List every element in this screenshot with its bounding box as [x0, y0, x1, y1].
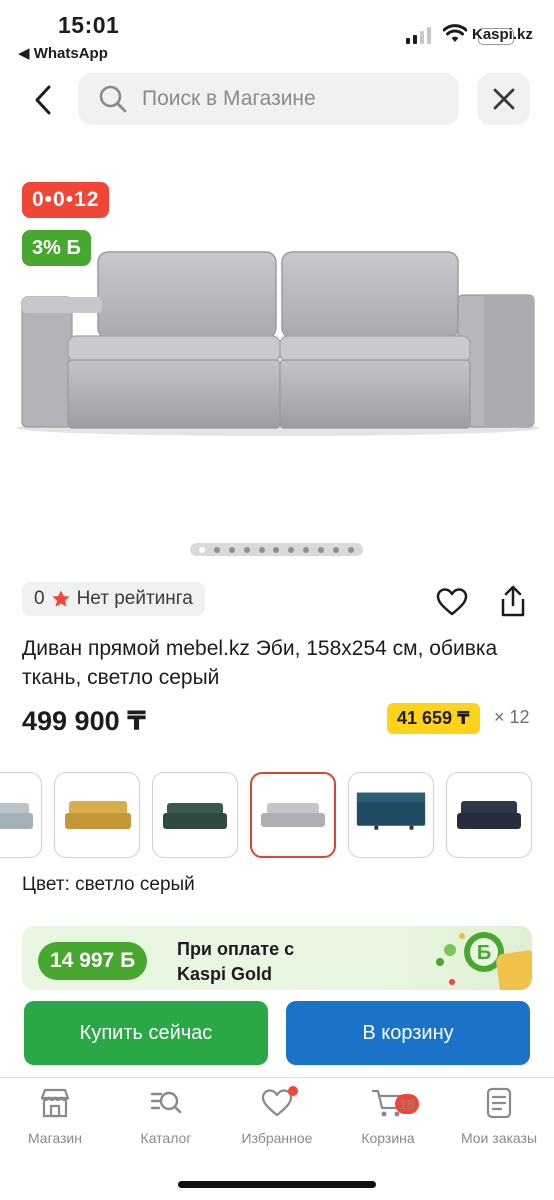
tab-favorites[interactable]: Избранное	[222, 1086, 332, 1146]
star-icon	[51, 590, 70, 607]
kaspi-gold-illustration: Б	[436, 932, 532, 990]
color-variant-teal[interactable]	[348, 772, 434, 858]
carousel-page-indicator	[190, 543, 363, 556]
kaspi-gold-text-line1: При оплате с	[177, 939, 295, 959]
add-to-cart-button[interactable]: В корзину	[286, 1001, 530, 1065]
favorites-notification-dot	[288, 1086, 298, 1096]
tab-shop[interactable]: Магазин	[0, 1086, 110, 1146]
color-variant-mustard[interactable]	[54, 772, 140, 858]
wifi-icon	[443, 24, 467, 42]
svg-text:Б: Б	[477, 942, 491, 964]
installment-timer-badge: 0•0•12	[22, 182, 110, 218]
back-to-app-link[interactable]: ◀ WhatsApp	[18, 44, 108, 62]
cellular-signal-icon	[406, 26, 431, 44]
installment-multiplier: × 12	[494, 707, 530, 727]
tab-label: Избранное	[241, 1130, 313, 1146]
kaspi-gold-text: При оплате с Kaspi Gold	[177, 937, 294, 987]
favorite-button[interactable]	[433, 583, 471, 621]
close-button[interactable]	[477, 73, 530, 125]
sofa-thumbnail	[356, 792, 426, 830]
tab-cart[interactable]: 18 Корзина	[333, 1086, 443, 1146]
orders-icon	[486, 1087, 512, 1119]
color-variant-light-blue[interactable]	[0, 772, 42, 858]
product-image-carousel[interactable]	[0, 170, 554, 540]
chevron-left-icon	[35, 85, 51, 115]
search-input[interactable]	[142, 87, 432, 111]
search-icon	[99, 85, 127, 113]
tab-catalog[interactable]: Каталог	[111, 1086, 221, 1146]
cart-count-badge: 18	[395, 1094, 419, 1114]
home-indicator[interactable]	[178, 1181, 376, 1188]
sofa-thumbnail	[163, 803, 227, 829]
sofa-thumbnail	[261, 803, 325, 827]
tab-label: Корзина	[361, 1130, 415, 1146]
sofa-thumbnail	[65, 801, 131, 829]
product-price: 499 900 ₸	[22, 706, 146, 736]
kaspi-gold-bonus-amount: 14 997 Б	[38, 942, 148, 980]
share-icon	[501, 585, 525, 617]
search-bar[interactable]	[78, 73, 459, 125]
heart-icon	[436, 588, 468, 616]
rating-label: Нет рейтинга	[76, 588, 193, 609]
sofa-thumbnail	[457, 801, 521, 829]
back-button[interactable]	[26, 80, 60, 120]
product-title: Диван прямой mebel.kz Эби, 158х254 см, о…	[22, 637, 498, 689]
shop-icon	[40, 1088, 70, 1118]
rating-count: 0	[34, 588, 45, 609]
color-variants	[0, 772, 554, 860]
tab-label: Каталог	[140, 1130, 192, 1146]
color-variant-light-gray[interactable]	[250, 772, 336, 858]
bonus-badge: 3% Б	[22, 230, 91, 266]
kaspi-gold-banner[interactable]: 14 997 Б При оплате с Kaspi Gold Б	[22, 926, 532, 990]
buy-now-button[interactable]: Купить сейчас	[24, 1001, 268, 1065]
close-icon	[493, 88, 514, 110]
installment-amount: 41 659 ₸	[387, 703, 480, 734]
carrier-label: Kaspi.kz	[472, 26, 533, 43]
product-image	[16, 251, 540, 436]
color-variant-green[interactable]	[152, 772, 238, 858]
selected-color-label: Цвет: светло серый	[22, 874, 195, 895]
tab-label: Магазин	[27, 1130, 82, 1146]
kaspi-gold-text-line2: Kaspi Gold	[177, 964, 273, 984]
tab-orders[interactable]: Мои заказы	[444, 1086, 554, 1146]
share-button[interactable]	[494, 582, 532, 620]
tab-label: Мои заказы	[460, 1130, 538, 1146]
status-time: 15:01	[58, 12, 120, 38]
color-variant-dark-navy[interactable]	[446, 772, 532, 858]
rating-chip[interactable]: 0 Нет рейтинга	[22, 582, 205, 616]
sofa-thumbnail	[0, 803, 33, 829]
status-bar: 15:01 ◀ WhatsApp Kaspi.kz	[0, 0, 554, 70]
catalog-icon	[150, 1091, 182, 1114]
